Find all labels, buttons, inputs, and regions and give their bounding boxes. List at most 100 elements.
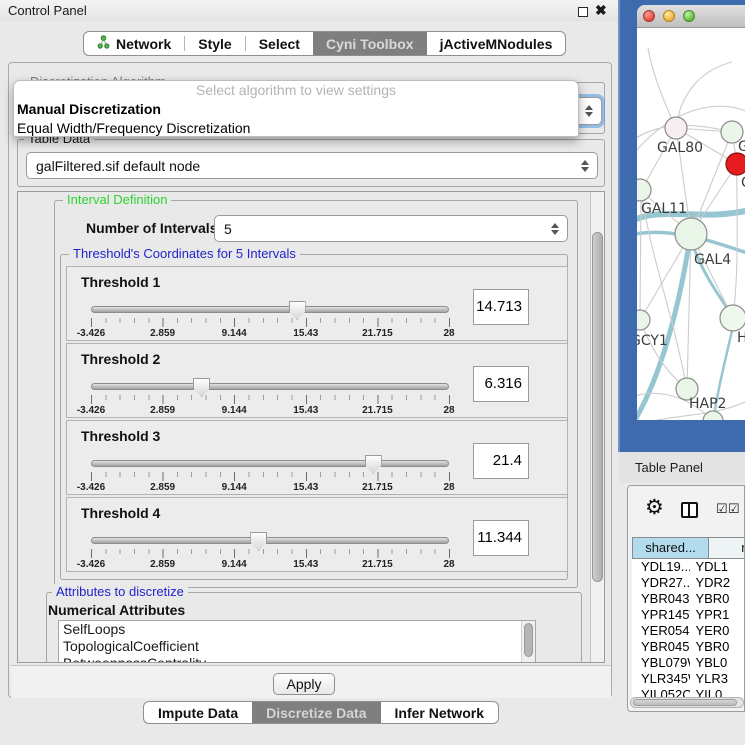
list-scrollbar[interactable] — [521, 621, 535, 663]
list-item[interactable]: TopologicalCoefficient — [59, 638, 535, 655]
threshold-4-slider[interactable]: -3.426 2.859 9.144 15.43 21.715 28 — [91, 532, 449, 570]
table-row[interactable]: YDR27...YDR2 — [632, 575, 745, 591]
network-canvas[interactable]: GAL80 GA C GAL11 GAL4 GCY1 H HAP2 — [620, 0, 745, 452]
close-icon[interactable]: ✖ — [595, 2, 607, 19]
horizontal-scrollbar[interactable] — [630, 697, 744, 708]
slider-ticks — [91, 318, 450, 327]
tab-discretize-data[interactable]: Discretize Data — [252, 702, 380, 723]
float-window-icon[interactable] — [578, 7, 588, 17]
checkbox-icon[interactable]: ☑ — [728, 501, 740, 517]
table-row[interactable]: YIL052CYIL0 — [632, 687, 745, 697]
label-c-partial: C — [741, 175, 745, 191]
combo-arrows-icon — [585, 105, 593, 117]
table-panel-title: Table Panel — [635, 460, 703, 475]
apply-strip: Apply — [11, 665, 611, 698]
label-hap2: HAP2 — [689, 396, 726, 412]
threshold-1-box: Threshold 1 -3.426 2.859 9.144 15.43 21.… — [66, 266, 568, 341]
slider-ticks — [91, 549, 450, 558]
thresholds-group-title: Threshold's Coordinates for 5 Intervals — [69, 246, 300, 261]
checkbox-icon[interactable]: ☑ — [716, 501, 728, 517]
tab-style[interactable]: Style — [185, 32, 244, 55]
table-data-combobox[interactable]: galFiltered.sif default node — [26, 152, 598, 179]
panel-scrollbar[interactable] — [590, 192, 604, 662]
threshold-2-label: Threshold 2 — [81, 351, 160, 367]
table-rows: YDL19...YDL1 YDR27...YDR2 YBR043CYBR0 YP… — [632, 559, 745, 697]
threshold-1-slider[interactable]: -3.426 2.859 9.144 15.43 21.715 28 — [91, 301, 449, 339]
node-selected-red[interactable] — [726, 153, 745, 175]
threshold-1-label: Threshold 1 — [81, 274, 160, 290]
control-panel-titlebar: Control Panel — [0, 0, 618, 21]
table-panel-titlebar: Table Panel — [618, 452, 745, 483]
columns-icon[interactable] — [681, 502, 698, 518]
table-row[interactable]: YDL19...YDL1 — [632, 559, 745, 575]
column-header-name[interactable]: na — [709, 537, 745, 559]
table-row[interactable]: YBL079WYBL0 — [632, 655, 745, 671]
apply-button[interactable]: Apply — [273, 673, 335, 695]
combo-arrows-icon — [581, 160, 589, 172]
table-row[interactable]: YER054CYER0 — [632, 623, 745, 639]
label-h-partial: H — [737, 330, 745, 346]
threshold-1-value-field[interactable]: 14.713 — [473, 289, 529, 325]
popup-item-equal-width-frequency[interactable]: Equal Width/Frequency Discretization — [14, 119, 578, 137]
tab-jactivemnodules[interactable]: jActiveMNodules — [427, 32, 566, 55]
slider-track[interactable] — [91, 306, 449, 313]
interval-definition-title: Interval Definition — [63, 192, 171, 207]
slider-tick-labels: -3.426 2.859 9.144 15.43 21.715 28 — [91, 328, 449, 340]
column-header-shared-name[interactable]: shared... — [632, 537, 709, 559]
list-item[interactable]: SelfLoops — [59, 621, 535, 638]
number-of-intervals-label: Number of Intervals — [86, 220, 217, 236]
tab-network-label: Network — [116, 36, 171, 52]
node-gal80[interactable] — [665, 117, 687, 139]
combo-arrows-icon — [551, 223, 559, 235]
table-row[interactable]: YLR345WYLR3 — [632, 671, 745, 687]
popup-placeholder-item[interactable]: Select algorithm to view settings — [14, 81, 578, 100]
label-gal80: GAL80 — [657, 140, 703, 156]
popup-item-manual-discretization[interactable]: Manual Discretization — [14, 100, 578, 119]
tab-infer-network[interactable]: Infer Network — [381, 702, 498, 723]
threshold-2-box: Threshold 2 -3.426 2.859 9.144 15.43 21.… — [66, 343, 568, 418]
number-of-intervals-value: 5 — [224, 221, 232, 237]
list-item[interactable]: BetweennessCentrality — [59, 655, 535, 663]
label-gal4: GAL4 — [694, 252, 731, 268]
gear-icon[interactable]: ⚙ — [645, 497, 664, 518]
threshold-3-slider[interactable]: -3.426 2.859 9.144 15.43 21.715 28 — [91, 455, 449, 493]
slider-track[interactable] — [91, 537, 449, 544]
algorithm-dropdown-popup: Select algorithm to view settings Manual… — [13, 80, 579, 137]
threshold-2-slider[interactable]: -3.426 2.859 9.144 15.43 21.715 28 — [91, 378, 449, 416]
slider-tick-labels: -3.426 2.859 9.144 15.43 21.715 28 — [91, 559, 449, 571]
tab-network[interactable]: Network — [84, 32, 184, 55]
node-h[interactable] — [720, 305, 745, 331]
network-nodes[interactable] — [629, 117, 745, 431]
node-partial-bottom[interactable] — [703, 411, 723, 431]
slider-track[interactable] — [91, 460, 449, 467]
settings-scroll-panel: Interval Definition Number of Intervals … — [17, 191, 605, 663]
tab-select[interactable]: Select — [246, 32, 313, 55]
panel-title: Control Panel — [8, 3, 87, 18]
table-data-group: Table Data galFiltered.sif default node — [17, 139, 605, 187]
threshold-2-value-field[interactable]: 6.316 — [473, 366, 529, 402]
table-header-row: shared... na — [632, 537, 745, 559]
tab-cyni-toolbox[interactable]: Cyni Toolbox — [313, 32, 427, 55]
table-row[interactable]: YBR043CYBR0 — [632, 591, 745, 607]
slider-tick-labels: -3.426 2.859 9.144 15.43 21.715 28 — [91, 405, 449, 417]
table-row[interactable]: YBR045CYBR0 — [632, 639, 745, 655]
node-gcy1[interactable] — [630, 310, 650, 330]
number-of-intervals-combobox[interactable]: 5 — [214, 215, 568, 242]
table-row[interactable]: YPR145WYPR1 — [632, 607, 745, 623]
bottom-tab-bar: Impute Data Discretize Data Infer Networ… — [143, 701, 499, 724]
slider-track[interactable] — [91, 383, 449, 390]
node-gal11[interactable] — [629, 179, 651, 201]
numerical-attributes-list: SelfLoops TopologicalCoefficient Between… — [58, 620, 536, 663]
node-gal4[interactable] — [675, 218, 707, 250]
table-data-value: galFiltered.sif default node — [36, 158, 200, 174]
threshold-3-value-field[interactable]: 21.4 — [473, 443, 529, 479]
label-gal11: GAL11 — [641, 201, 687, 217]
cyni-toolbox-panel: Discretization Algorithm Select algorith… — [8, 62, 612, 698]
slider-ticks — [91, 472, 450, 481]
tab-impute-data[interactable]: Impute Data — [144, 702, 252, 723]
numerical-attributes-label: Numerical Attributes — [48, 602, 185, 618]
threshold-4-value-field[interactable]: 11.344 — [473, 520, 529, 556]
label-g-partial: GA — [738, 139, 745, 155]
attributes-group-title: Attributes to discretize — [52, 584, 188, 599]
slider-tick-labels: -3.426 2.859 9.144 15.43 21.715 28 — [91, 482, 449, 494]
